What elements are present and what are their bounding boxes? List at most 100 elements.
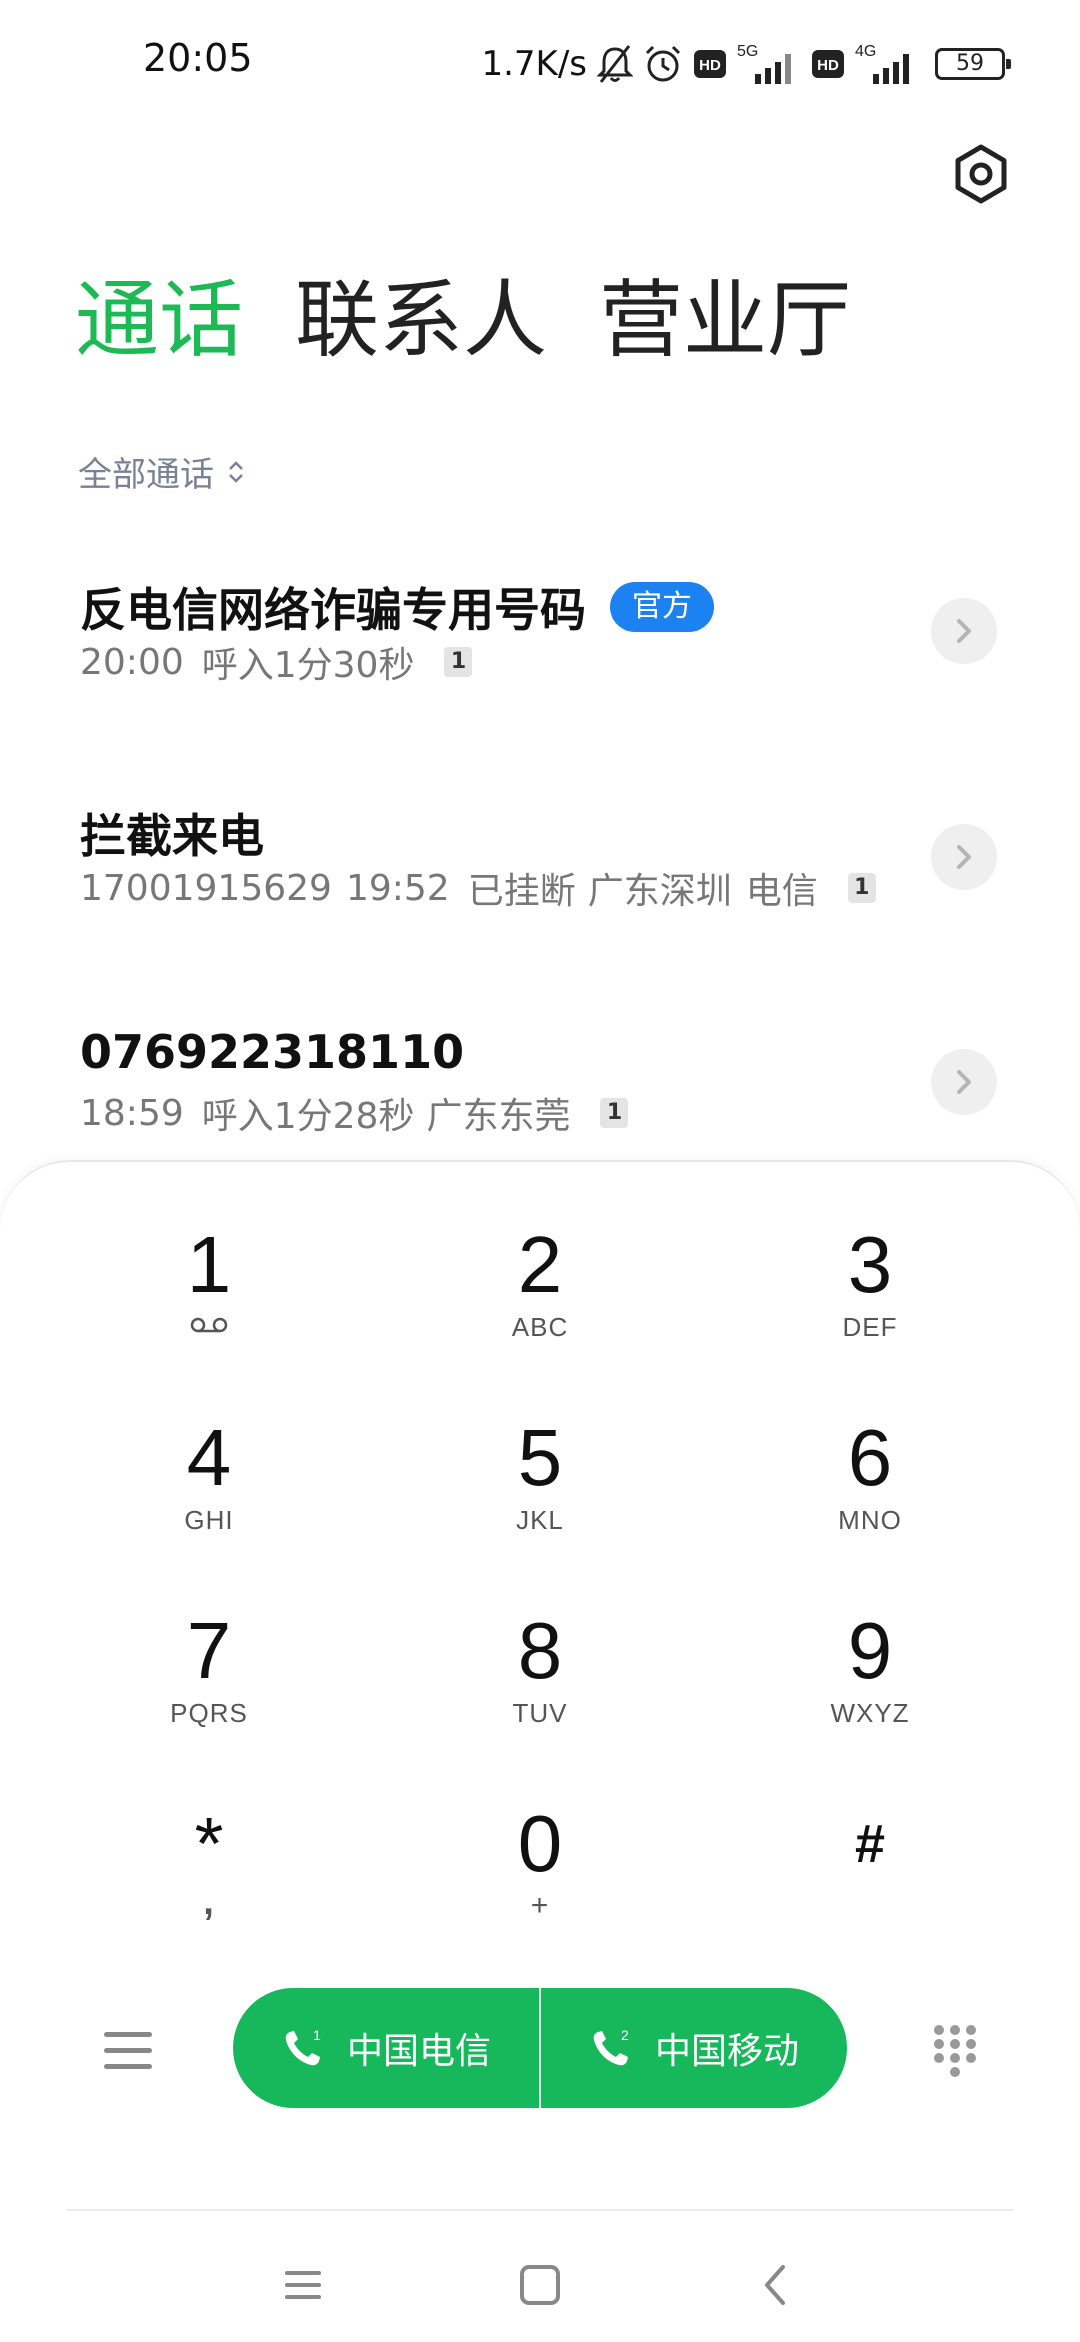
call-sim1-button[interactable]: 1 中国电信	[233, 1988, 539, 2108]
call-button-bar: 1 中国电信 2 中国移动	[233, 1988, 847, 2108]
net-speed: 1.7K/s	[481, 44, 587, 84]
call-sim2-label: 中国移动	[654, 2031, 799, 2072]
call-time: 19:52	[345, 867, 450, 909]
key-0[interactable]: 0 +	[390, 1799, 690, 1969]
key-digit: 7	[186, 1606, 232, 1695]
call-status: 呼入1分30秒	[201, 645, 415, 686]
key-digit: 9	[847, 1606, 893, 1695]
key-digit: *	[194, 1802, 224, 1885]
chevron-right-icon	[957, 619, 971, 643]
call-detail-button[interactable]	[931, 824, 997, 890]
key-star[interactable]: * ,	[59, 1799, 359, 1969]
tab-calls[interactable]: 通话	[75, 270, 243, 370]
official-badge: 官方	[610, 582, 714, 632]
key-9[interactable]: 9 WXYZ	[720, 1606, 1020, 1776]
call-status: 呼入1分28秒	[201, 1096, 415, 1137]
call-log-item[interactable]: 拦截来电 17001915629 19:52 已挂断 广东深圳 电信 1	[0, 800, 1080, 1000]
hd-icon-2: HD	[812, 50, 844, 78]
phone-sim2-icon: 2	[593, 2027, 629, 2066]
key-6[interactable]: 6 MNO	[720, 1413, 1020, 1583]
key-letters: PQRS	[170, 1698, 248, 1728]
key-digit: 3	[847, 1220, 893, 1309]
call-sim2-button[interactable]: 2 中国移动	[541, 1988, 847, 2108]
settings-hex-icon[interactable]	[950, 143, 1012, 205]
status-icons: 1.7K/s HD 5G HD 4G 59	[481, 38, 1011, 90]
sim-badge: 1	[847, 873, 876, 903]
nav-divider	[66, 2209, 1014, 2211]
bell-muted-icon	[597, 45, 633, 83]
call-sim1-label: 中国电信	[346, 2031, 491, 2072]
key-letters: ABC	[511, 1312, 569, 1342]
phone-sim1-icon: 1	[285, 2027, 321, 2066]
key-letters: JKL	[516, 1505, 564, 1535]
key-letters: TUV	[512, 1698, 568, 1728]
call-title: 076922318110	[80, 1025, 465, 1079]
key-digit: 2	[517, 1220, 563, 1309]
key-8[interactable]: 8 TUV	[390, 1606, 690, 1776]
voicemail-icon	[190, 1317, 228, 1333]
sort-toggle-icon	[229, 460, 243, 483]
call-location: 广东东莞	[426, 1096, 571, 1137]
call-number: 17001915629	[80, 867, 332, 909]
call-detail-button[interactable]	[931, 598, 997, 664]
key-1[interactable]: 1	[59, 1220, 359, 1390]
sim-badge: 1	[444, 647, 473, 677]
svg-text:HD: HD	[817, 57, 839, 74]
menu-icon[interactable]	[100, 2028, 156, 2074]
network-4g-label: 4G	[855, 43, 876, 60]
call-detail-button[interactable]	[931, 1049, 997, 1115]
signal-5g-icon: 5G	[737, 43, 791, 84]
key-digit: 6	[847, 1413, 893, 1502]
keypad-toggle-icon[interactable]	[932, 2023, 978, 2079]
call-filter-label: 全部通话	[78, 455, 214, 495]
network-5g-label: 5G	[737, 43, 758, 60]
key-digit: #	[854, 1814, 886, 1874]
key-digit: 8	[517, 1606, 563, 1695]
key-3[interactable]: 3 DEF	[720, 1220, 1020, 1390]
call-filter-dropdown[interactable]: 全部通话	[78, 447, 246, 496]
chevron-right-icon	[957, 845, 971, 869]
call-title: 反电信网络诈骗专用号码	[80, 583, 586, 637]
status-time: 20:05	[143, 36, 253, 80]
recent-apps-icon[interactable]	[273, 2255, 333, 2315]
key-letters: MNO	[838, 1505, 902, 1535]
sim1-index: 1	[313, 2027, 321, 2043]
call-status: 已挂断	[467, 871, 576, 912]
back-icon[interactable]	[747, 2255, 807, 2315]
key-digit: 5	[517, 1413, 563, 1502]
battery-icon: 59	[935, 48, 1011, 80]
system-nav-bar	[0, 2230, 1080, 2340]
call-title: 拦截来电	[80, 809, 264, 863]
call-time: 20:00	[80, 641, 184, 683]
key-hash[interactable]: #	[720, 1799, 1020, 1969]
sim2-index: 2	[621, 2027, 629, 2043]
key-letters: WXYZ	[830, 1698, 910, 1728]
home-icon[interactable]	[510, 2255, 570, 2315]
key-4[interactable]: 4 GHI	[59, 1413, 359, 1583]
key-letters: GHI	[184, 1505, 234, 1535]
hd-icon: HD	[694, 50, 726, 78]
call-location: 广东深圳	[587, 871, 732, 912]
key-2[interactable]: 2 ABC	[390, 1220, 690, 1390]
svg-text:HD: HD	[699, 57, 721, 74]
key-letters: +	[530, 1889, 550, 1922]
tab-contacts[interactable]: 联系人	[295, 270, 547, 370]
sim-badge: 1	[600, 1098, 629, 1128]
key-digit: 0	[517, 1799, 563, 1888]
status-bar: 20:05 1.7K/s HD 5G HD 4G 59	[0, 0, 1080, 130]
key-letters: DEF	[842, 1312, 898, 1342]
main-tabs: 通话 联系人 营业厅	[75, 270, 851, 370]
key-letters: ,	[203, 1881, 215, 1923]
key-digit: 4	[186, 1413, 232, 1502]
tab-service-hall[interactable]: 营业厅	[599, 270, 851, 370]
call-bar-divider	[539, 1988, 541, 2108]
call-log-item[interactable]: 反电信网络诈骗专用号码 官方 20:00 呼入1分30秒 1	[0, 574, 1080, 774]
call-time: 18:59	[80, 1092, 184, 1134]
key-digit: 1	[186, 1220, 232, 1309]
call-carrier: 电信	[745, 871, 818, 912]
signal-4g-icon: 4G	[855, 43, 909, 84]
key-5[interactable]: 5 JKL	[390, 1413, 690, 1583]
chevron-right-icon	[957, 1070, 971, 1094]
alarm-icon	[645, 45, 681, 82]
key-7[interactable]: 7 PQRS	[59, 1606, 359, 1776]
